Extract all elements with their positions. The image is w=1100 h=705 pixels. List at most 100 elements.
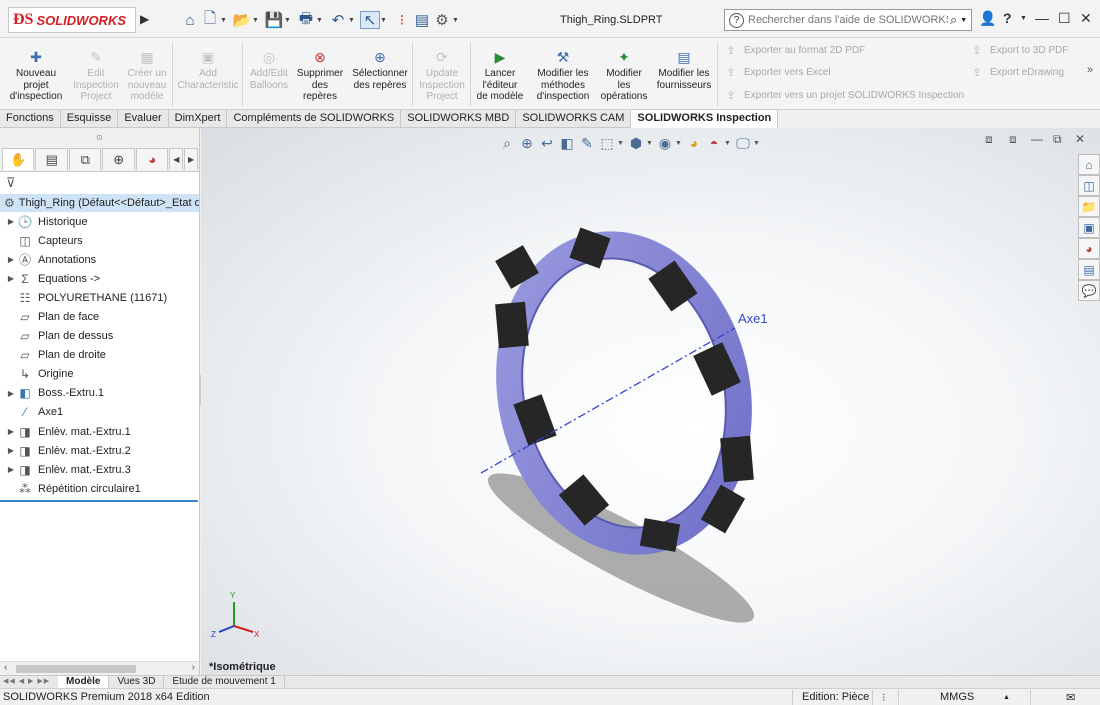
tab-mbd[interactable]: SOLIDWORKS MBD [401,110,517,128]
export-inspection-project-button[interactable]: ⇪ Exporter vers un projet SOLIDWORKS Insp… [724,89,964,102]
chevron-down-icon[interactable]: ▼ [1020,15,1027,22]
dimxpert-manager-tab-icon[interactable]: ⊕ [102,148,135,170]
traffic-light-icon[interactable]: ⁝ [392,11,412,29]
tab-esquisse[interactable]: Esquisse [61,110,119,128]
launch-template-editor-button[interactable]: ▶ Lancer l'éditeur de modèle [474,50,526,103]
search-input[interactable] [748,14,948,26]
tree-item-cut-extrude-2[interactable]: ▶ ◨ Enlèv. mat.-Extru.2 [0,441,199,460]
user-icon[interactable]: 👤 [979,10,996,27]
menu-expand-icon[interactable]: ▶ [140,12,150,26]
tab-evaluer[interactable]: Evaluer [118,110,169,128]
tab-dimxpert[interactable]: DimXpert [169,110,228,128]
tree-root-part[interactable]: ⚙ Thigh_Ring (Défaut<<Défaut>_Etat d [0,194,199,212]
tree-item-plan-de-droite[interactable]: ▱ Plan de droite [0,346,199,365]
tab-motion-study[interactable]: Etude de mouvement 1 [164,676,285,688]
tree-item-axe1[interactable]: ⁄ Axe1 [0,403,199,422]
chevron-down-icon[interactable]: ▼ [960,17,967,24]
select-icon[interactable]: ↖ [360,11,380,29]
horizontal-scrollbar[interactable]: ‹ › [0,661,199,675]
tab-scroll-right-icon[interactable]: ▶ [184,148,199,170]
search-icon[interactable]: ⌕ [950,12,957,28]
expand-icon[interactable]: ▶ [0,389,16,398]
tree-item-historique[interactable]: ▶ 🕒 Historique [0,212,199,231]
tree-item-capteurs[interactable]: ◫ Capteurs [0,231,199,250]
file-properties-icon[interactable]: ▤ [412,11,432,29]
expand-icon[interactable]: ▶ [0,427,16,436]
close-icon[interactable]: ✕ [1080,10,1092,27]
tab-cam[interactable]: SOLIDWORKS CAM [516,110,632,128]
panel-grip-icon[interactable]: ⊙ [0,128,199,148]
units-system[interactable]: MMGS [940,691,974,703]
delete-balloons-button[interactable]: ⊗ Supprimer des repères [294,50,346,103]
messages-icon[interactable]: ✉ [1066,691,1075,704]
print-icon[interactable]: 🖶 [296,10,316,29]
expand-icon[interactable]: ▶ [0,217,16,226]
tree-item-plan-de-dessus[interactable]: ▱ Plan de dessus [0,327,199,346]
open-icon[interactable]: 📂 [232,11,252,29]
tree-item-annotations[interactable]: ▶ Ⓐ Annotations [0,250,199,269]
expand-icon[interactable]: ▶ [0,446,16,455]
save-icon[interactable]: 💾 [264,11,284,29]
tree-item-origine[interactable]: ↳ Origine [0,365,199,384]
ribbon-more-button[interactable]: » [1087,64,1093,76]
tab-fonctions[interactable]: Fonctions [0,110,61,128]
create-template-button[interactable]: ▦ Créer un nouveau modèle [124,50,170,103]
tab-complements[interactable]: Compléments de SOLIDWORKS [227,110,402,128]
tree-item-equations[interactable]: ▶ Σ Equations -> [0,269,199,288]
model-render[interactable] [201,128,1100,675]
expand-icon[interactable]: ▶ [0,465,16,474]
chevron-down-icon[interactable]: ▼ [284,17,292,24]
update-inspection-project-button[interactable]: ⟳ Update Inspection Project [416,50,468,103]
property-manager-tab-icon[interactable]: ▤ [35,148,68,170]
new-document-icon[interactable]: 🗋 [200,10,220,29]
edit-inspection-methods-button[interactable]: ⚒ Modifier les méthodes d'inspection [532,50,594,103]
tab-vues-3d[interactable]: Vues 3D [109,676,165,688]
chevron-down-icon[interactable]: ▼ [220,17,228,24]
edit-vendors-button[interactable]: ▤ Modifier les fournisseurs [654,50,714,91]
scroll-left-icon[interactable]: ‹ [4,662,7,673]
chevron-down-icon[interactable]: ▼ [316,17,324,24]
undo-icon[interactable]: ↶ [328,11,348,29]
graphics-area[interactable]: ⌕ ⊕ ↩ ◧ ✎ ⬚ ▼ ⬢ ▼ ◉ ▼ ◕ ◓ ▼ 🖵 ▼ ⧈ ⧈ — ⧉ ✕ ⌂ ◫… [201,128,1100,675]
chevron-up-icon[interactable]: ▲ [1003,694,1010,701]
export-2d-pdf-button[interactable]: ⇪ Exporter au format 2D PDF [724,44,865,57]
edit-inspection-project-button[interactable]: ✎ Edit Inspection Project [68,50,124,103]
export-edrawing-button[interactable]: ⇪ Export eDrawing [970,66,1064,79]
export-3d-pdf-button[interactable]: ⇪ Export to 3D PDF [970,44,1068,57]
tree-item-plan-de-face[interactable]: ▱ Plan de face [0,307,199,326]
select-balloons-button[interactable]: ⊕ Sélectionner des repères [350,50,410,91]
tree-item-cut-extrude-3[interactable]: ▶ ◨ Enlèv. mat.-Extru.3 [0,460,199,479]
new-inspection-project-button[interactable]: ✚ Nouveau projet d'inspection [8,50,64,103]
tree-item-cut-extrude-1[interactable]: ▶ ◨ Enlèv. mat.-Extru.1 [0,422,199,441]
add-edit-balloons-button[interactable]: ◎ Add/Edit Balloons [246,50,292,91]
rollback-bar[interactable] [0,500,198,503]
maximize-icon[interactable]: ☐ [1058,10,1071,27]
scroll-right-icon[interactable]: › [192,662,195,673]
add-characteristic-button[interactable]: ▣ Add Characteristic [176,50,240,91]
chevron-down-icon[interactable]: ▼ [348,17,356,24]
filter-icon[interactable]: ⊽ [0,172,199,194]
chevron-down-icon[interactable]: ▼ [252,17,260,24]
chevron-down-icon[interactable]: ▼ [380,17,388,24]
display-manager-tab-icon[interactable]: ◕ [135,148,169,170]
help-search[interactable]: ? ⌕ ▼ [724,9,972,31]
expand-icon[interactable]: ▶ [0,255,16,264]
feature-manager-tab-icon[interactable]: ✋ [2,148,35,170]
tab-scroll-left-icon[interactable]: ◀ [169,148,184,170]
chevron-down-icon[interactable]: ▼ [452,17,460,24]
tree-item-material[interactable]: ☷ POLYURETHANE (11671) [0,288,199,307]
tree-item-boss-extrude[interactable]: ▶ ◧ Boss.-Extru.1 [0,384,199,403]
help-menu-icon[interactable]: ? [1003,10,1012,26]
rebuild-status-icon[interactable]: ⁝ [882,691,886,704]
edit-operations-button[interactable]: ✦ Modifier les opérations [597,50,651,103]
minimize-icon[interactable]: — [1035,10,1049,26]
tab-navigation-arrows[interactable]: ◀◀ ◀ ▶ ▶▶ [0,676,58,688]
export-excel-button[interactable]: ⇪ Exporter vers Excel [724,66,830,79]
tab-modele[interactable]: Modèle [58,676,110,688]
options-gear-icon[interactable]: ⚙ [432,11,452,29]
expand-icon[interactable]: ▶ [0,274,16,283]
solidworks-logo[interactable]: ƉS SOLIDWORKS [8,7,136,33]
configuration-manager-tab-icon[interactable]: ⧉ [68,148,102,170]
tab-inspection[interactable]: SOLIDWORKS Inspection [631,110,779,128]
home-icon[interactable]: ⌂ [180,11,200,29]
